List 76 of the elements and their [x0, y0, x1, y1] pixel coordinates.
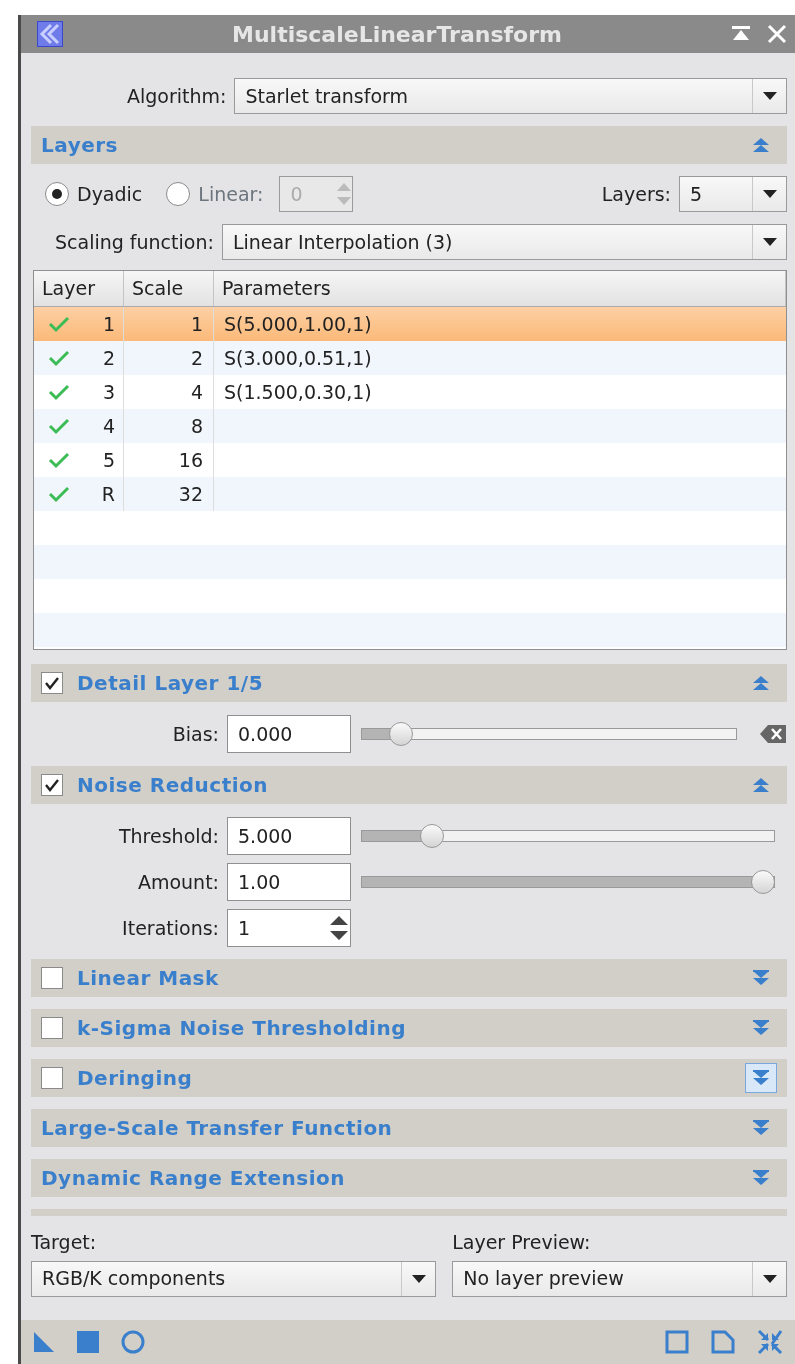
collapse-arrows-icon[interactable]: [757, 1329, 783, 1355]
table-cell: 2: [124, 341, 214, 375]
expand-icon: [752, 970, 770, 986]
layers-dropdown[interactable]: 5: [679, 176, 787, 212]
checkmark-icon[interactable]: [48, 315, 70, 333]
field-label: Layers:: [601, 181, 671, 207]
column-header[interactable]: Scale: [124, 271, 214, 306]
table-cell-text: 5: [102, 447, 115, 473]
table-cell: 8: [124, 409, 214, 443]
spin-arrows-icon: [328, 913, 350, 943]
number-spinbox[interactable]: 1: [227, 909, 351, 947]
scaling-function-dropdown[interactable]: Linear Interpolation (3): [221, 224, 787, 260]
document-icon[interactable]: [711, 1330, 735, 1354]
collapse-icon: [752, 675, 770, 691]
field-label: Layer Preview:: [452, 1230, 592, 1255]
field-label: Threshold:: [117, 823, 219, 849]
square-outline-icon[interactable]: [665, 1330, 689, 1354]
checkmark-icon[interactable]: [48, 349, 70, 367]
table-row[interactable]: 4 8: [34, 409, 786, 443]
triangle-icon[interactable]: [33, 1331, 55, 1353]
table-cell-text: S(3.000,0.51,1): [223, 346, 373, 371]
window-title: MultiscaleLinearTransform: [231, 20, 563, 49]
slider-thumb[interactable]: [389, 722, 414, 746]
checkmark-icon[interactable]: [48, 451, 70, 469]
expand-toggle-button[interactable]: [745, 1063, 777, 1093]
section-checkbox[interactable]: [41, 774, 63, 796]
field-label: Amount:: [136, 869, 219, 895]
column-header[interactable]: Parameters: [214, 271, 786, 306]
collapse-icon: [752, 777, 770, 793]
table-cell-text: 4: [102, 413, 115, 439]
bias-input[interactable]: 0.000: [227, 715, 351, 753]
section-checkbox[interactable]: [41, 1017, 63, 1039]
table-cell-text: S(1.500,0.30,1): [223, 380, 373, 405]
value-input[interactable]: 5.000: [227, 817, 351, 855]
shade-icon[interactable]: [731, 25, 751, 43]
table-cell-text: S(5.000,1.00,1): [223, 312, 373, 337]
field-label: Algorithm:: [127, 83, 227, 109]
option-label[interactable]: Dyadic: [77, 179, 143, 209]
section-checkbox[interactable]: [41, 967, 63, 989]
slider-thumb[interactable]: [419, 824, 444, 848]
close-icon[interactable]: [767, 24, 787, 44]
table-cell-text: 1: [102, 311, 115, 337]
section-checkbox[interactable]: [41, 672, 63, 694]
layer-preview-dropdown[interactable]: No layer preview: [452, 1260, 787, 1297]
field-label: Bias:: [171, 721, 219, 747]
field-label: Target:: [31, 1230, 98, 1255]
expand-icon: [752, 1120, 770, 1136]
checkmark-icon[interactable]: [48, 417, 70, 435]
collapse-icon: [752, 137, 770, 153]
expand-icon: [752, 1170, 770, 1186]
spin-arrows-icon: [336, 181, 353, 207]
checkmark-icon[interactable]: [48, 383, 70, 401]
radio-button[interactable]: [45, 182, 69, 206]
table-cell-text: 2: [102, 345, 115, 371]
checkmark-icon[interactable]: [48, 485, 70, 503]
field-label: Scaling function:: [55, 229, 214, 255]
expand-icon: [752, 1020, 770, 1036]
expand-icon: [752, 1070, 770, 1086]
target-dropdown[interactable]: RGB/K components: [31, 1260, 437, 1297]
table-row[interactable]: R 32: [34, 477, 786, 511]
table-cell: 32: [124, 477, 214, 511]
field-label: Iterations:: [121, 915, 219, 941]
value-input[interactable]: 1.00: [227, 863, 351, 901]
column-header[interactable]: Layer: [34, 271, 124, 306]
table-cell-text: R: [101, 481, 115, 507]
section-checkbox[interactable]: [41, 1067, 63, 1089]
table-row[interactable]: 1 1 S(5.000,1.00,1): [34, 307, 786, 341]
checkmark-icon: [44, 778, 60, 792]
table-cell-text: 3: [102, 379, 115, 405]
circle-icon[interactable]: [121, 1330, 145, 1354]
slider-thumb[interactable]: [751, 870, 775, 894]
algorithm-dropdown[interactable]: Starlet transform: [234, 78, 787, 114]
table-row[interactable]: 2 2 S(3.000,0.51,1): [34, 341, 786, 375]
app-logo-icon: [37, 21, 63, 47]
clear-icon[interactable]: [759, 724, 787, 744]
checkmark-icon: [44, 676, 60, 690]
